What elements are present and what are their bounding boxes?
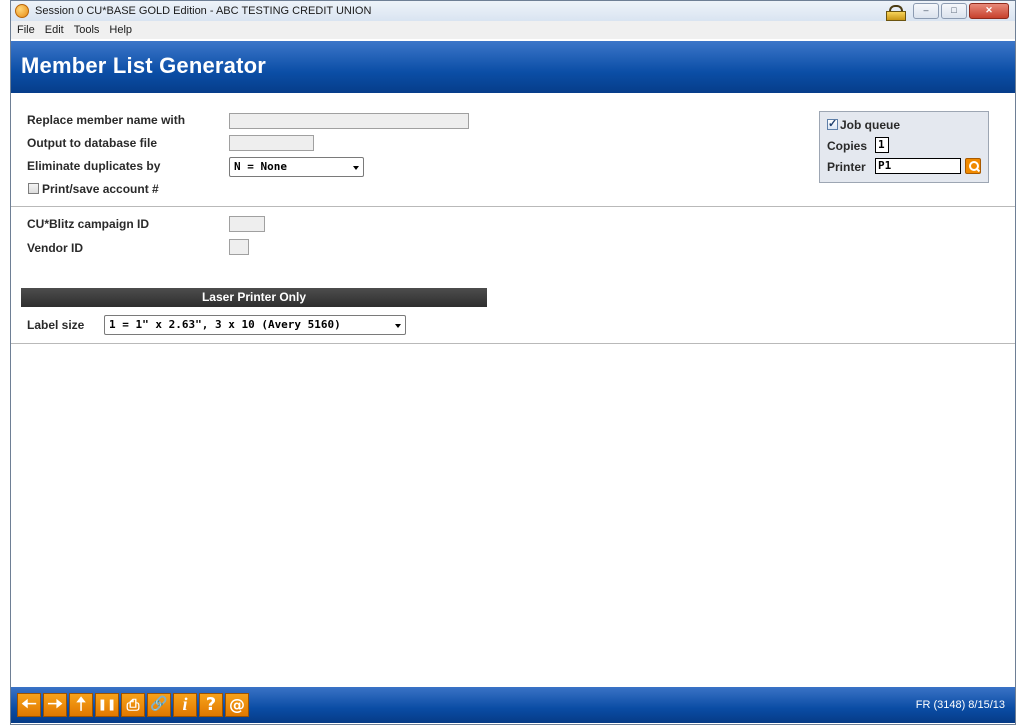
app-icon	[15, 4, 29, 18]
page-header: Member List Generator	[11, 41, 1015, 93]
copies-label: Copies	[827, 139, 868, 153]
vendor-id-field[interactable]	[229, 239, 249, 255]
version-label: FR (3148) 8/15/13	[915, 699, 1005, 711]
replace-name-field[interactable]	[229, 113, 469, 129]
menu-file[interactable]: File	[17, 24, 35, 36]
job-options-panel: Job queue Copies 1 Printer P1	[819, 111, 989, 183]
close-button[interactable]: ✕	[969, 3, 1009, 19]
window-controls: – □ ✕	[885, 3, 1009, 21]
menu-bar: File Edit Tools Help	[11, 21, 1015, 39]
printer-field[interactable]: P1	[875, 158, 961, 174]
output-db-field[interactable]	[229, 135, 314, 151]
up-arrow-icon[interactable]: 🠡	[69, 693, 93, 717]
menu-help[interactable]: Help	[109, 24, 132, 36]
output-db-label: Output to database file	[27, 136, 158, 150]
vendor-id-label: Vendor ID	[27, 241, 84, 255]
link-icon[interactable]: 🔗	[147, 693, 171, 717]
label-size-value: 1 = 1" x 2.63", 3 x 10 (Avery 5160)	[109, 318, 341, 331]
page-title: Member List Generator	[21, 53, 267, 78]
chevron-down-icon	[395, 324, 401, 328]
menu-tools[interactable]: Tools	[74, 24, 100, 36]
label-size-select[interactable]: 1 = 1" x 2.63", 3 x 10 (Avery 5160)	[104, 315, 406, 335]
window-title: Session 0 CU*BASE GOLD Edition - ABC TES…	[35, 5, 372, 17]
eliminate-dups-label: Eliminate duplicates by	[27, 159, 161, 173]
lock-icon[interactable]	[885, 4, 906, 21]
eliminate-dups-value: N = None	[234, 160, 287, 173]
pause-icon[interactable]: ❚❚	[95, 693, 119, 717]
footer-toolbar: 🠠 🠢 🠡 ❚❚ ⎙ 🔗 i ? @ FR (3148) 8/15/13	[11, 687, 1015, 723]
job-queue-label: Job queue	[840, 118, 901, 132]
printer-label: Printer	[827, 160, 866, 174]
label-size-label: Label size	[27, 318, 85, 332]
copies-field[interactable]: 1	[875, 137, 889, 153]
menu-edit[interactable]: Edit	[45, 24, 64, 36]
job-queue-checkbox[interactable]	[827, 117, 838, 130]
print-save-checkbox[interactable]	[28, 183, 39, 194]
minimize-button[interactable]: –	[913, 3, 939, 19]
campaign-id-field[interactable]	[229, 216, 265, 232]
info-icon[interactable]: i	[173, 693, 197, 717]
maximize-button[interactable]: □	[941, 3, 967, 19]
section-divider	[11, 206, 1015, 207]
application-window: Session 0 CU*BASE GOLD Edition - ABC TES…	[10, 0, 1016, 725]
help-icon[interactable]: ?	[199, 693, 223, 717]
campaign-id-label: CU*Blitz campaign ID	[27, 217, 150, 231]
section-divider	[11, 343, 1015, 344]
print-icon[interactable]: ⎙	[121, 693, 145, 717]
forward-arrow-icon[interactable]: 🠢	[43, 693, 67, 717]
replace-name-label: Replace member name with	[27, 113, 186, 127]
back-arrow-icon[interactable]: 🠠	[17, 693, 41, 717]
title-bar: Session 0 CU*BASE GOLD Edition - ABC TES…	[11, 1, 1015, 21]
chevron-down-icon	[353, 166, 359, 170]
search-icon[interactable]	[965, 158, 981, 174]
at-icon[interactable]: @	[225, 693, 249, 717]
print-save-label: Print/save account #	[42, 182, 159, 196]
laser-section-header: Laser Printer Only	[21, 288, 487, 307]
eliminate-dups-select[interactable]: N = None	[229, 157, 364, 177]
